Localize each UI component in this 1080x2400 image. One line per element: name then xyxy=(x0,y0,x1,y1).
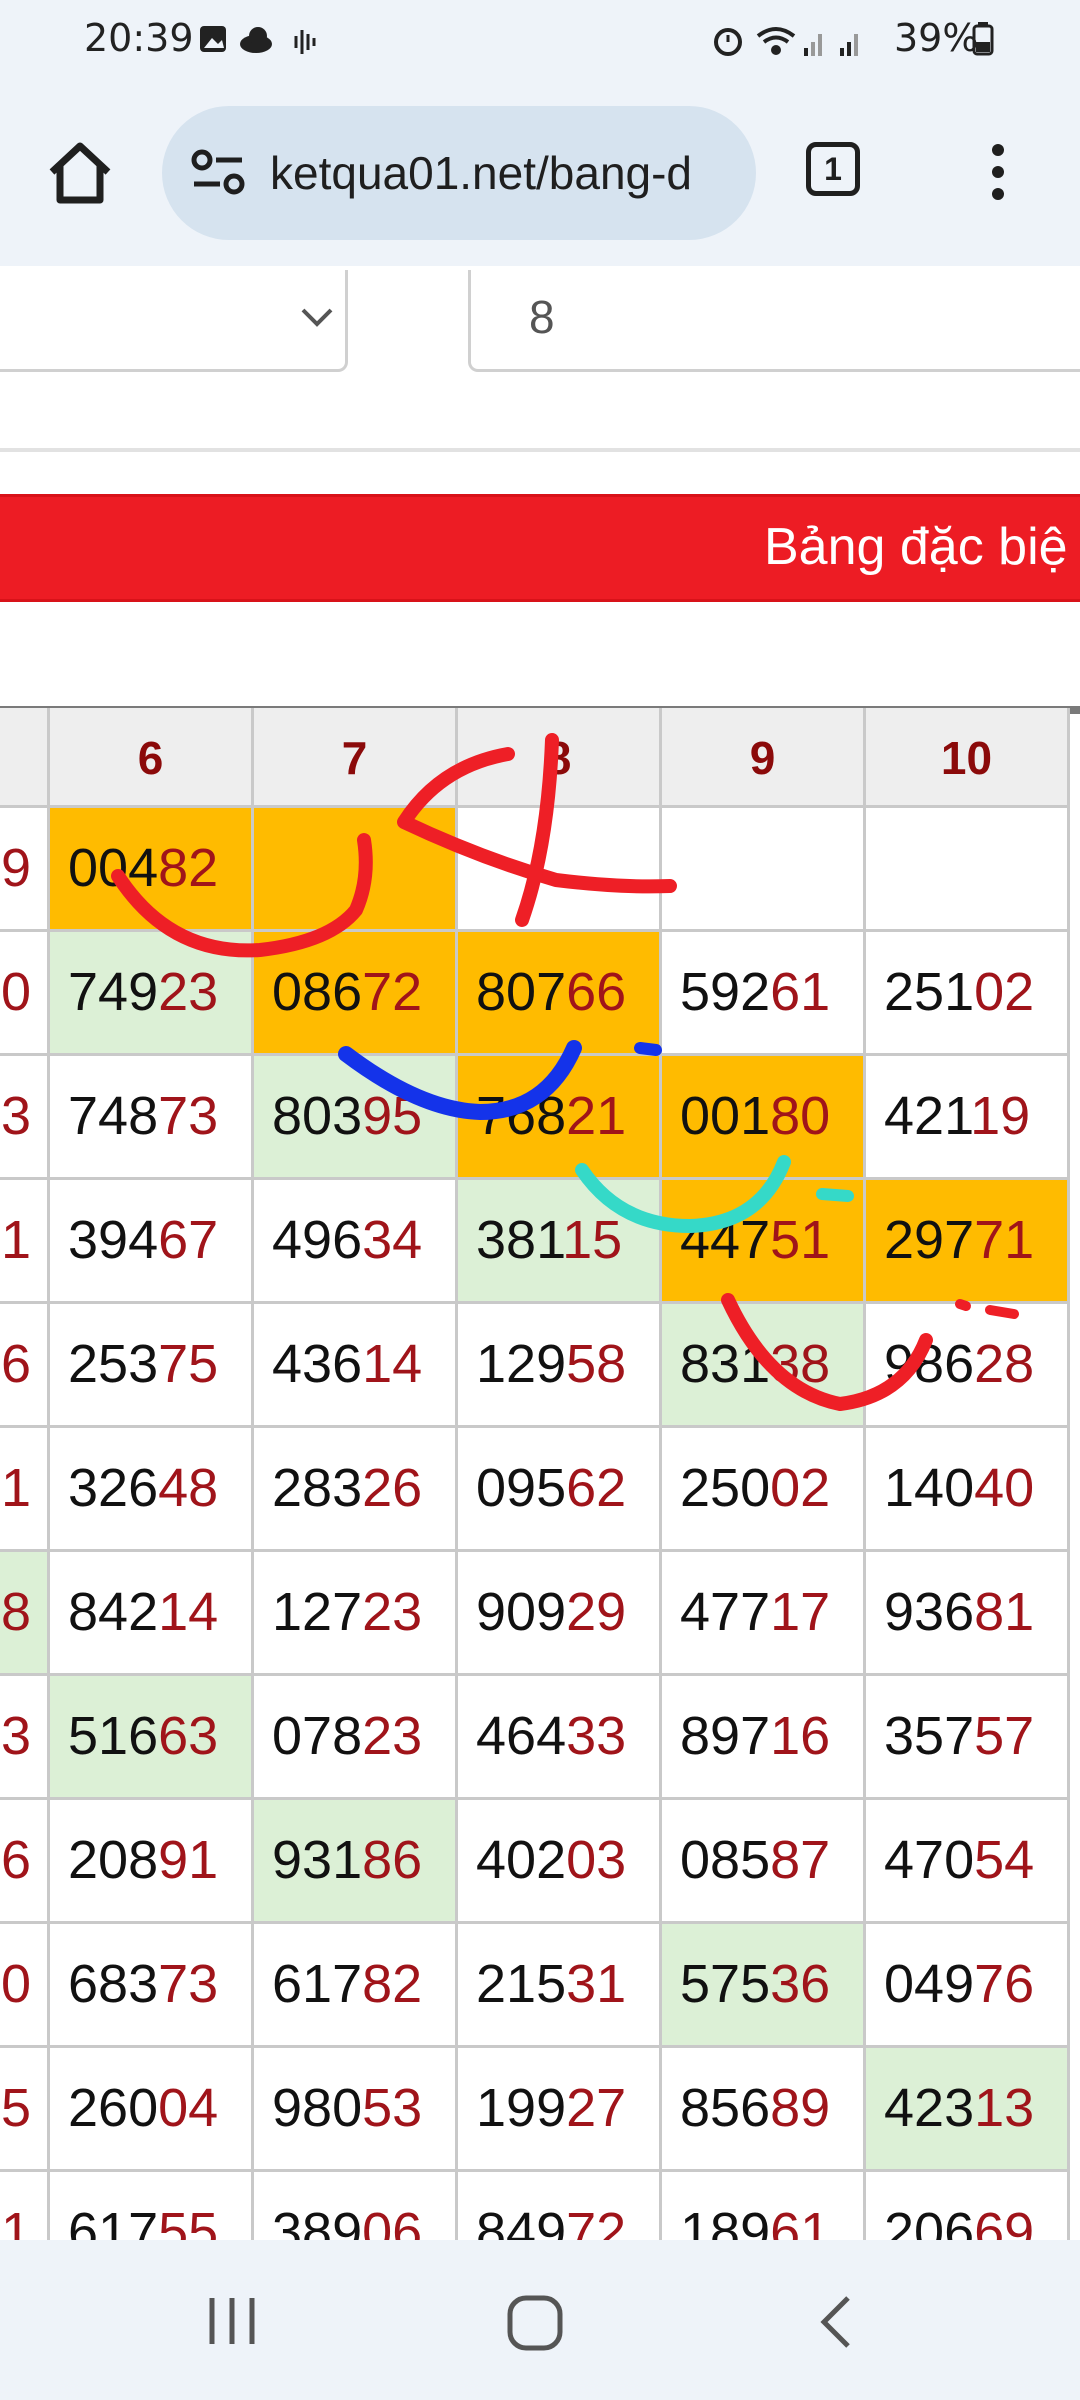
web-page: 8 Bảng đặc biệ 6 7 8 9 10 9 00482 0 74923 08672 80… xyxy=(0,266,1080,2240)
battery-percent: 39% xyxy=(894,16,979,60)
alarm-icon xyxy=(714,28,742,56)
status-bar: 20:39 39% xyxy=(0,0,1080,78)
tabs-icon[interactable]: 1 xyxy=(806,142,860,196)
home-icon[interactable] xyxy=(44,138,116,208)
hand-drawn-annotations xyxy=(111,733,1019,1411)
annotation-stroke xyxy=(575,1155,791,1233)
annotation-stroke xyxy=(985,1305,1019,1319)
annotation-stroke xyxy=(721,1293,933,1411)
gallery-icon xyxy=(200,26,226,52)
status-notification-icons xyxy=(200,26,316,54)
wifi-icon xyxy=(756,27,796,55)
annotation-stroke xyxy=(338,1040,582,1120)
annotation-stroke xyxy=(634,1042,662,1056)
status-time: 20:39 xyxy=(84,16,194,60)
more-icon[interactable] xyxy=(986,142,1010,202)
url-text[interactable]: ketqua01.net/bang-d xyxy=(270,146,740,200)
cloud-icon xyxy=(240,27,272,53)
recent-apps-icon[interactable] xyxy=(206,2294,260,2348)
tab-count: 1 xyxy=(824,151,842,187)
back-icon[interactable] xyxy=(816,2294,856,2350)
annotation-stroke xyxy=(816,1188,854,1202)
voice-icon xyxy=(294,30,316,54)
site-settings-icon[interactable] xyxy=(190,146,250,198)
address-bar[interactable]: ketqua01.net/bang-d xyxy=(162,106,756,240)
annotation-stroke xyxy=(515,733,559,927)
home-circle-icon[interactable] xyxy=(506,2294,564,2352)
annotation-stroke xyxy=(111,833,373,958)
signal-icon xyxy=(840,34,858,56)
signal-icon xyxy=(804,34,822,56)
status-system-icons xyxy=(714,27,858,56)
battery-icon xyxy=(972,22,994,56)
system-nav-bar xyxy=(0,2240,1080,2400)
annotation-stroke xyxy=(955,1299,971,1311)
